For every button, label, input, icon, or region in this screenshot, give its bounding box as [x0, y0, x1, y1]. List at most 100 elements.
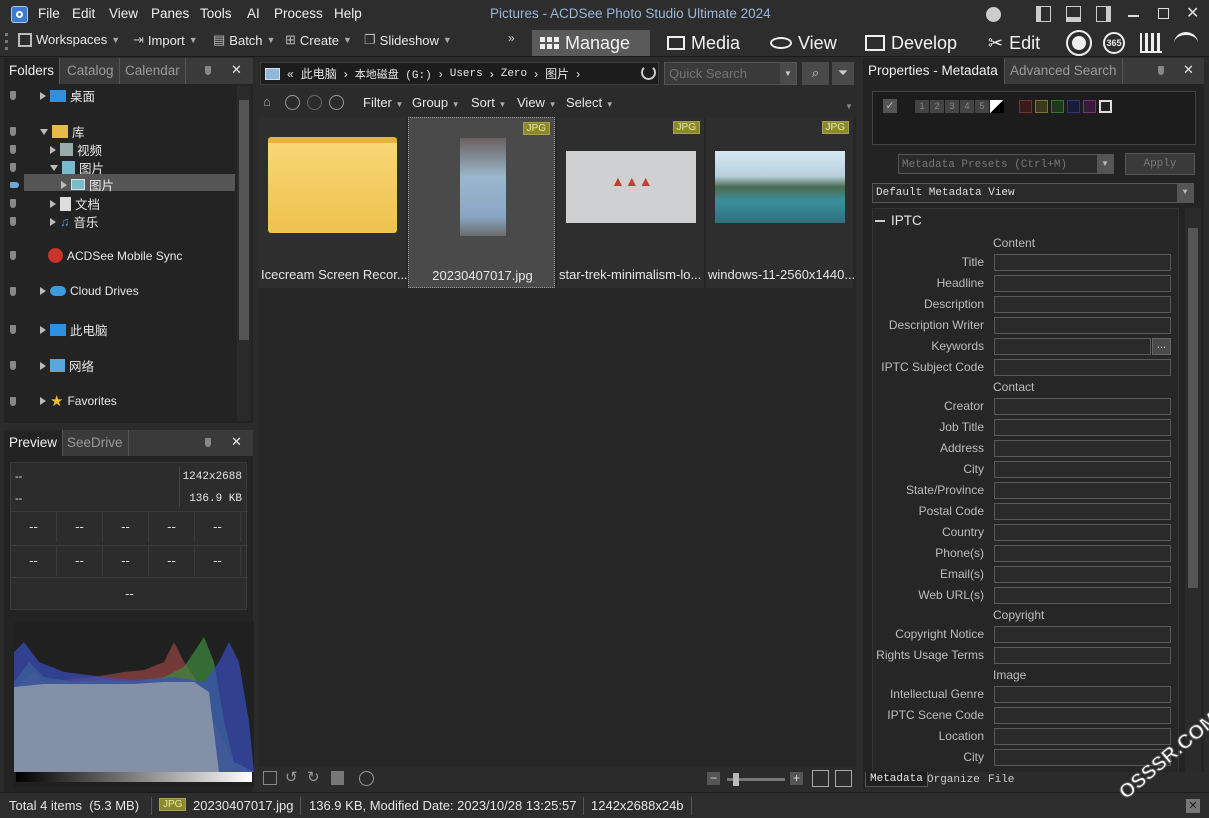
- import-button[interactable]: ⇥ Import ▼: [133, 32, 198, 48]
- expand-icon[interactable]: [40, 287, 46, 295]
- stats-icon[interactable]: [1140, 33, 1162, 53]
- tag-checkbox[interactable]: ✓: [883, 99, 897, 113]
- tree-item-network[interactable]: 网络: [10, 356, 94, 375]
- color-label-purple[interactable]: [1083, 100, 1096, 113]
- close-panel-icon[interactable]: ✕: [231, 434, 242, 450]
- file-item[interactable]: JPG ▲▲▲ star-trek-minimalism-lo...: [557, 117, 704, 288]
- sort-menu[interactable]: Sort ▼: [471, 95, 506, 110]
- pin-icon[interactable]: [10, 325, 16, 334]
- pin-icon[interactable]: [10, 217, 16, 226]
- iptc-field-input[interactable]: [994, 545, 1171, 562]
- iptc-field-input[interactable]: [994, 503, 1171, 520]
- pin-icon[interactable]: [10, 91, 16, 100]
- file-item[interactable]: JPG windows-11-2560x1440...: [706, 117, 854, 288]
- edit-mode-button[interactable]: ✂ Edit: [980, 30, 1048, 56]
- search-dropdown-icon[interactable]: ▼: [780, 63, 796, 84]
- file-item-selected[interactable]: JPG 20230407017.jpg: [408, 117, 555, 288]
- tab-calendar[interactable]: Calendar: [120, 58, 186, 84]
- tree-item-videos[interactable]: 视频: [10, 140, 102, 159]
- zoom-slider[interactable]: [727, 773, 785, 786]
- rating-2[interactable]: 2: [930, 100, 944, 113]
- close-panel-icon[interactable]: ✕: [1183, 62, 1194, 78]
- breadcrumb-zero[interactable]: Zero: [501, 68, 527, 80]
- details-view-icon[interactable]: [835, 770, 852, 787]
- pin-icon[interactable]: [205, 66, 211, 75]
- dashboard-icon[interactable]: [1066, 30, 1092, 56]
- filter-menu[interactable]: Filter ▼: [363, 95, 403, 110]
- rating-1[interactable]: 1: [915, 100, 929, 113]
- quick-search-input[interactable]: [664, 62, 797, 85]
- iptc-field-input[interactable]: [994, 647, 1171, 664]
- iptc-field-input[interactable]: [994, 728, 1171, 745]
- tree-item-favorites[interactable]: ★ Favorites: [10, 392, 117, 410]
- play-icon[interactable]: [359, 771, 374, 786]
- menu-tools[interactable]: Tools: [200, 6, 232, 21]
- zoom-in-icon[interactable]: +: [790, 772, 803, 785]
- expand-icon[interactable]: [40, 91, 46, 100]
- tree-item-cloud-drives[interactable]: Cloud Drives: [10, 284, 139, 298]
- metadata-presets-dropdown[interactable]: Metadata Presets (Ctrl+M) ▼: [898, 154, 1114, 174]
- expand-icon[interactable]: [50, 217, 56, 226]
- menu-panes[interactable]: Panes: [151, 6, 189, 21]
- pin-icon[interactable]: [10, 145, 16, 154]
- rating-3[interactable]: 3: [945, 100, 959, 113]
- clear-rating-icon[interactable]: [990, 100, 1004, 113]
- group-menu[interactable]: Group ▼: [412, 95, 460, 110]
- iptc-field-input[interactable]: [994, 338, 1151, 355]
- iptc-field-input[interactable]: [994, 317, 1171, 334]
- overflow-icon[interactable]: »: [508, 31, 515, 45]
- address-box[interactable]: « 此电脑 › 本地磁盘 (G:) › Users › Zero › 图片 ›: [260, 62, 659, 85]
- iptc-field-input[interactable]: [994, 359, 1171, 376]
- color-label-none[interactable]: [1099, 100, 1112, 113]
- close-icon[interactable]: ✕: [1186, 3, 1199, 23]
- iptc-field-input[interactable]: [994, 707, 1171, 724]
- compare-icon[interactable]: [331, 771, 344, 785]
- minimize-icon[interactable]: [1128, 15, 1139, 17]
- back-icon[interactable]: [285, 95, 300, 110]
- iptc-field-input[interactable]: [994, 524, 1171, 541]
- iptc-field-input[interactable]: [994, 461, 1171, 478]
- tree-scrollbar[interactable]: [237, 86, 251, 421]
- tab-folders[interactable]: Folders: [4, 58, 61, 84]
- tab-organize[interactable]: Organize: [927, 774, 980, 786]
- maximize-icon[interactable]: [1158, 8, 1169, 19]
- breadcrumb-pictures[interactable]: 图片: [545, 65, 569, 82]
- home-icon[interactable]: ⌂: [263, 94, 271, 109]
- keywords-browse-button[interactable]: ...: [1152, 338, 1171, 355]
- expand-icon[interactable]: [40, 325, 46, 334]
- pin-icon[interactable]: [10, 396, 16, 406]
- filter-icon[interactable]: ⏷: [832, 62, 854, 85]
- tab-metadata[interactable]: Metadata: [865, 772, 928, 787]
- close-icon[interactable]: ✕: [1186, 799, 1200, 813]
- breadcrumb-users[interactable]: Users: [450, 68, 483, 80]
- workspaces-button[interactable]: Workspaces ▼: [18, 32, 120, 47]
- breadcrumb-pc[interactable]: 此电脑: [301, 65, 337, 82]
- refresh-icon[interactable]: [641, 65, 656, 80]
- collapse-icon[interactable]: [40, 128, 48, 135]
- iptc-field-input[interactable]: [994, 566, 1171, 583]
- apply-button[interactable]: Apply: [1125, 153, 1195, 175]
- breadcrumb-drive[interactable]: 本地磁盘 (G:): [355, 66, 432, 82]
- color-label-green[interactable]: [1051, 100, 1064, 113]
- iptc-field-input[interactable]: [994, 296, 1171, 313]
- acdsee365-icon[interactable]: 365: [1103, 32, 1125, 54]
- iptc-field-input[interactable]: [994, 440, 1171, 457]
- menu-view[interactable]: View: [109, 6, 138, 21]
- tree-item-documents[interactable]: 文档: [10, 194, 100, 213]
- pin-icon[interactable]: [1158, 66, 1164, 75]
- color-label-yellow[interactable]: [1035, 100, 1048, 113]
- iptc-field-input[interactable]: [994, 587, 1171, 604]
- menu-ai[interactable]: AI: [247, 6, 260, 21]
- close-panel-icon[interactable]: ✕: [231, 62, 242, 78]
- metadata-view-dropdown[interactable]: Default Metadata View ▼: [872, 183, 1194, 203]
- view-menu[interactable]: View ▼: [517, 95, 557, 110]
- chevron-down-icon[interactable]: ▼: [845, 102, 853, 111]
- iptc-field-input[interactable]: [994, 398, 1171, 415]
- select-menu[interactable]: Select ▼: [566, 95, 614, 110]
- zoom-out-icon[interactable]: −: [707, 772, 720, 785]
- rotate-left-icon[interactable]: ↺: [285, 768, 298, 786]
- slideshow-button[interactable]: ❐ Slideshow ▼: [364, 32, 452, 48]
- pin-icon[interactable]: [10, 199, 16, 208]
- create-button[interactable]: ⊞ Create ▼: [285, 32, 352, 48]
- thumbnail-view-icon[interactable]: [812, 770, 829, 787]
